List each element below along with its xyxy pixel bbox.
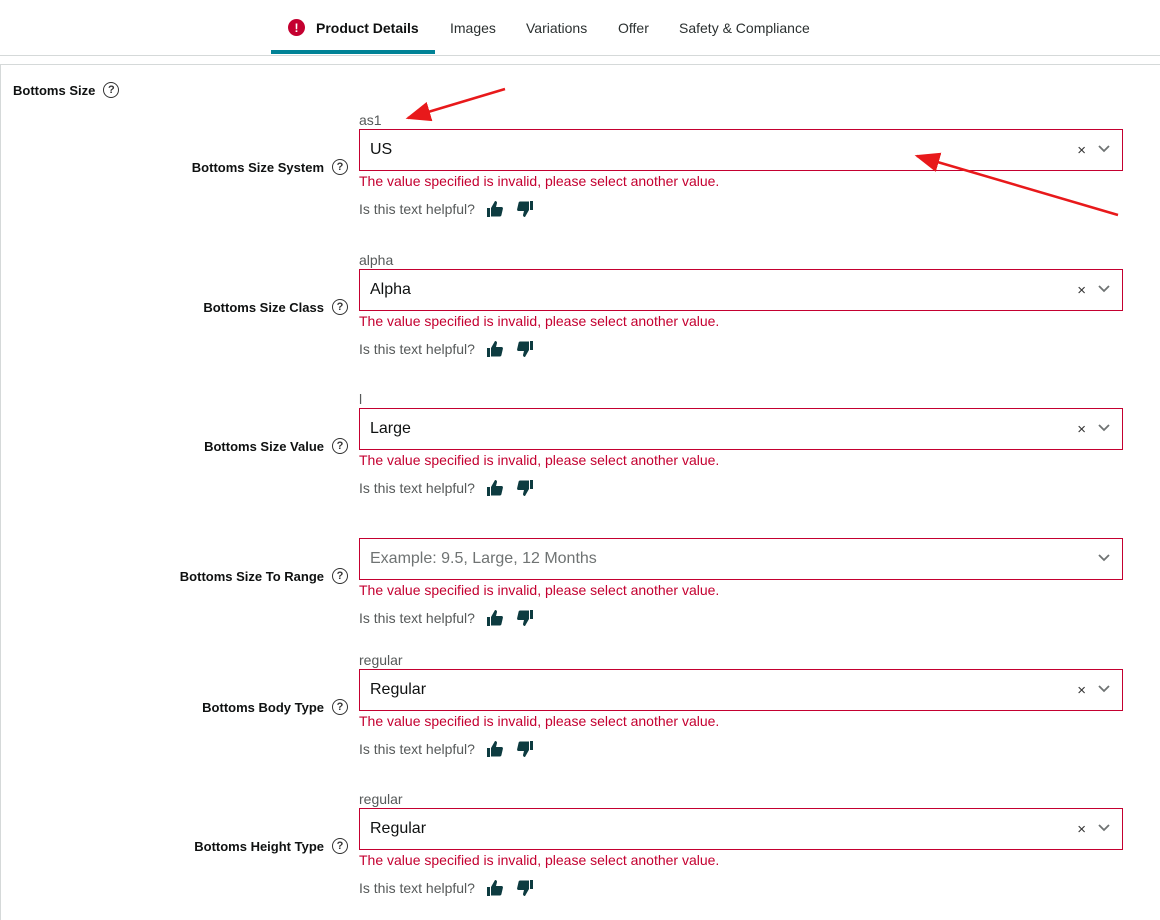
field-label-text: Bottoms Size System [191, 159, 324, 175]
tab-safety-compliance[interactable]: Safety & Compliance [679, 0, 810, 55]
clear-icon[interactable]: × [1077, 421, 1086, 438]
helpful-text: Is this text helpful? [359, 480, 475, 496]
helpful-feedback: Is this text helpful? [359, 739, 535, 759]
field-label-text: Bottoms Body Type [202, 699, 324, 715]
chevron-down-icon[interactable] [1096, 419, 1112, 435]
thumbs-down-icon[interactable] [515, 339, 535, 359]
help-icon[interactable]: ? [332, 299, 348, 315]
error-message: The value specified is invalid, please s… [359, 452, 720, 468]
field-label: Bottoms Size To Range ? [88, 568, 348, 584]
tab-bar: ! Product Details Images Variations Offe… [0, 0, 1160, 56]
section-title: Bottoms Size ? [13, 82, 120, 98]
helpful-feedback: Is this text helpful? [359, 478, 535, 498]
helpful-feedback: Is this text helpful? [359, 878, 535, 898]
thumbs-down-icon[interactable] [515, 739, 535, 759]
field-suggestion: as1 [359, 112, 382, 128]
section-title-text: Bottoms Size [13, 82, 96, 98]
tab-label: Product Details [316, 19, 419, 36]
help-icon[interactable]: ? [332, 568, 348, 584]
form-panel [0, 64, 1160, 920]
helpful-feedback: Is this text helpful? [359, 199, 535, 219]
helpful-text: Is this text helpful? [359, 201, 475, 217]
field-label-text: Bottoms Size Value [204, 438, 324, 454]
field-label: Bottoms Height Type ? [88, 838, 348, 854]
thumbs-down-icon[interactable] [515, 608, 535, 628]
select-value: Alpha [370, 281, 411, 298]
error-message: The value specified is invalid, please s… [359, 713, 720, 729]
select-value: Example: 9.5, Large, 12 Months [370, 550, 597, 567]
field-select[interactable]: Regular × [359, 669, 1123, 711]
clear-icon[interactable]: × [1077, 682, 1086, 699]
field-label: Bottoms Size Class ? [88, 299, 348, 315]
thumbs-up-icon[interactable] [485, 878, 505, 898]
helpful-feedback: Is this text helpful? [359, 339, 535, 359]
tab-label: Offer [618, 19, 649, 36]
error-message: The value specified is invalid, please s… [359, 173, 720, 189]
chevron-down-icon[interactable] [1096, 819, 1112, 835]
thumbs-down-icon[interactable] [515, 478, 535, 498]
field-label: Bottoms Size System ? [88, 159, 348, 175]
clear-icon[interactable]: × [1077, 282, 1086, 299]
tab-label: Safety & Compliance [679, 19, 810, 36]
field-label: Bottoms Size Value ? [88, 438, 348, 454]
field-suggestion: regular [359, 652, 403, 668]
field-select[interactable]: Large × [359, 408, 1123, 450]
field-label-text: Bottoms Height Type [194, 838, 324, 854]
select-value: US [370, 141, 393, 158]
field-label-text: Bottoms Size To Range [179, 568, 324, 584]
error-message: The value specified is invalid, please s… [359, 313, 720, 329]
clear-icon[interactable]: × [1077, 142, 1086, 159]
thumbs-down-icon[interactable] [515, 878, 535, 898]
helpful-text: Is this text helpful? [359, 610, 475, 626]
field-label-text: Bottoms Size Class [203, 299, 324, 315]
thumbs-up-icon[interactable] [485, 199, 505, 219]
chevron-down-icon[interactable] [1096, 280, 1112, 296]
tab-label: Variations [526, 19, 588, 36]
field-suggestion: alpha [359, 252, 394, 268]
help-icon[interactable]: ? [332, 838, 348, 854]
field-select[interactable]: Alpha × [359, 269, 1123, 311]
field-suggestion: regular [359, 791, 403, 807]
chevron-down-icon[interactable] [1096, 680, 1112, 696]
select-value: Regular [370, 820, 427, 837]
field-label: Bottoms Body Type ? [88, 699, 348, 715]
field-select[interactable]: Regular × [359, 808, 1123, 850]
help-icon[interactable]: ? [332, 699, 348, 715]
thumbs-up-icon[interactable] [485, 478, 505, 498]
helpful-text: Is this text helpful? [359, 741, 475, 757]
thumbs-down-icon[interactable] [515, 199, 535, 219]
helpful-text: Is this text helpful? [359, 880, 475, 896]
select-value: Large [370, 420, 411, 437]
tab-label: Images [450, 19, 496, 36]
thumbs-up-icon[interactable] [485, 339, 505, 359]
tab-images[interactable]: Images [450, 0, 496, 55]
tab-product-details[interactable]: ! Product Details [288, 0, 419, 55]
help-icon[interactable]: ? [332, 159, 348, 175]
thumbs-up-icon[interactable] [485, 739, 505, 759]
tab-variations[interactable]: Variations [526, 0, 587, 55]
error-message: The value specified is invalid, please s… [359, 582, 720, 598]
select-value: Regular [370, 681, 427, 698]
helpful-feedback: Is this text helpful? [359, 608, 535, 628]
help-icon[interactable]: ? [103, 82, 120, 98]
helpful-text: Is this text helpful? [359, 341, 475, 357]
thumbs-up-icon[interactable] [485, 608, 505, 628]
help-icon[interactable]: ? [332, 438, 348, 454]
clear-icon[interactable]: × [1077, 821, 1086, 838]
field-suggestion: l [359, 391, 363, 407]
active-tab-indicator [271, 50, 435, 54]
tab-offer[interactable]: Offer [618, 0, 649, 55]
field-select[interactable]: US × [359, 129, 1123, 171]
chevron-down-icon[interactable] [1096, 140, 1112, 156]
error-icon: ! [288, 19, 305, 36]
error-message: The value specified is invalid, please s… [359, 852, 720, 868]
field-select[interactable]: Example: 9.5, Large, 12 Months [359, 538, 1123, 580]
chevron-down-icon[interactable] [1096, 549, 1112, 565]
